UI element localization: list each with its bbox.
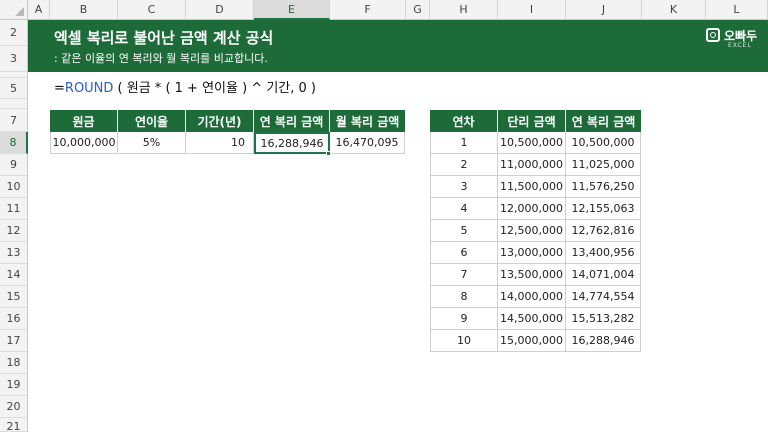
year-cell[interactable]: 8 bbox=[430, 286, 498, 308]
simple-amount-cell[interactable]: 15,000,000 bbox=[498, 330, 566, 352]
compound-amount-cell[interactable]: 12,155,063 bbox=[566, 198, 641, 220]
simple-amount-cell[interactable]: 12,500,000 bbox=[498, 220, 566, 242]
row-header-11[interactable]: 11 bbox=[0, 198, 28, 220]
formula-text: =ROUND ( 원금 * ( 1 + 연이율 ) ^ 기간, 0 ) bbox=[54, 77, 316, 96]
row-header-3[interactable]: 3 bbox=[0, 46, 28, 72]
column-header-g[interactable]: G bbox=[406, 0, 430, 20]
simple-amount-cell[interactable]: 11,000,000 bbox=[498, 154, 566, 176]
year-cell[interactable]: 5 bbox=[430, 220, 498, 242]
logo-camera-icon bbox=[706, 28, 720, 42]
row-header-17[interactable]: 17 bbox=[0, 330, 28, 352]
row-header-16[interactable]: 16 bbox=[0, 308, 28, 330]
compound-amount-cell[interactable]: 14,071,004 bbox=[566, 264, 641, 286]
column-header-e[interactable]: E bbox=[254, 0, 330, 20]
row-header-21[interactable]: 21 bbox=[0, 418, 28, 433]
column-header-f[interactable]: F bbox=[330, 0, 406, 20]
column-header-c[interactable]: C bbox=[118, 0, 186, 20]
select-all-triangle-icon bbox=[15, 7, 24, 16]
year-cell[interactable]: 4 bbox=[430, 198, 498, 220]
formula-function: ROUND bbox=[64, 81, 114, 96]
column-header-k[interactable]: K bbox=[642, 0, 706, 20]
logo-subtext: EXCEL bbox=[728, 42, 752, 49]
compound-amount-cell[interactable]: 10,500,000 bbox=[566, 132, 641, 154]
left-header-principal[interactable]: 원금 bbox=[50, 110, 118, 132]
row-header-13[interactable]: 13 bbox=[0, 242, 28, 264]
row-header-20[interactable]: 20 bbox=[0, 396, 28, 418]
simple-amount-cell[interactable]: 11,500,000 bbox=[498, 176, 566, 198]
formula-arguments: ( 원금 * ( 1 + 연이율 ) ^ 기간, 0 ) bbox=[113, 81, 316, 96]
right-header-year[interactable]: 연차 bbox=[430, 110, 498, 132]
right-header-compound[interactable]: 연 복리 금액 bbox=[566, 110, 641, 132]
row-header-5[interactable]: 5 bbox=[0, 78, 28, 99]
year-cell[interactable]: 7 bbox=[430, 264, 498, 286]
left-cell-rate[interactable]: 5% bbox=[118, 132, 186, 154]
compound-amount-cell[interactable]: 15,513,282 bbox=[566, 308, 641, 330]
row-header-7[interactable]: 7 bbox=[0, 109, 28, 132]
left-cell-annual-compound[interactable]: 16,288,946 bbox=[254, 132, 330, 154]
row-header-6[interactable]: 6 bbox=[0, 99, 28, 109]
row-header-12[interactable]: 12 bbox=[0, 220, 28, 242]
left-cell-period[interactable]: 10 bbox=[186, 132, 254, 154]
compound-amount-cell[interactable]: 16,288,946 bbox=[566, 330, 641, 352]
year-cell[interactable]: 6 bbox=[430, 242, 498, 264]
simple-amount-cell[interactable]: 14,500,000 bbox=[498, 308, 566, 330]
left-cell-monthly-compound[interactable]: 16,470,095 bbox=[330, 132, 405, 154]
row-header-2[interactable]: 2 bbox=[0, 20, 28, 46]
year-cell[interactable]: 3 bbox=[430, 176, 498, 198]
year-cell[interactable]: 10 bbox=[430, 330, 498, 352]
column-header-b[interactable]: B bbox=[50, 0, 118, 20]
row-header-9[interactable]: 9 bbox=[0, 154, 28, 176]
row-header-18[interactable]: 18 bbox=[0, 352, 28, 374]
right-header-simple[interactable]: 단리 금액 bbox=[498, 110, 566, 132]
row-header-10[interactable]: 10 bbox=[0, 176, 28, 198]
column-header-l[interactable]: L bbox=[706, 0, 768, 20]
compound-amount-cell[interactable]: 11,025,000 bbox=[566, 154, 641, 176]
compound-amount-cell[interactable]: 13,400,956 bbox=[566, 242, 641, 264]
left-header-rate[interactable]: 연이율 bbox=[118, 110, 186, 132]
column-header-d[interactable]: D bbox=[186, 0, 254, 20]
compound-amount-cell[interactable]: 12,762,816 bbox=[566, 220, 641, 242]
select-all-corner[interactable] bbox=[0, 0, 28, 20]
row-header-14[interactable]: 14 bbox=[0, 264, 28, 286]
page-title: 엑셀 복리로 불어난 금액 계산 공식 bbox=[54, 29, 274, 47]
left-cell-principal[interactable]: 10,000,000 bbox=[50, 132, 118, 154]
year-cell[interactable]: 9 bbox=[430, 308, 498, 330]
compound-amount-cell[interactable]: 11,576,250 bbox=[566, 176, 641, 198]
left-header-annual-compound[interactable]: 연 복리 금액 bbox=[254, 110, 330, 132]
row-header-8[interactable]: 8 bbox=[0, 132, 28, 154]
simple-amount-cell[interactable]: 10,500,000 bbox=[498, 132, 566, 154]
compound-amount-cell[interactable]: 14,774,554 bbox=[566, 286, 641, 308]
simple-amount-cell[interactable]: 13,500,000 bbox=[498, 264, 566, 286]
column-header-a[interactable]: A bbox=[28, 0, 50, 20]
column-header-i[interactable]: I bbox=[498, 0, 566, 20]
page-subtitle: : 같은 이율의 연 복리와 월 복리를 비교합니다. bbox=[54, 52, 268, 65]
column-header-j[interactable]: J bbox=[566, 0, 642, 20]
row-header-15[interactable]: 15 bbox=[0, 286, 28, 308]
simple-amount-cell[interactable]: 14,000,000 bbox=[498, 286, 566, 308]
simple-amount-cell[interactable]: 13,000,000 bbox=[498, 242, 566, 264]
brand-logo: 오빠두 EXCEL bbox=[706, 28, 760, 60]
left-header-monthly-compound[interactable]: 월 복리 금액 bbox=[330, 110, 405, 132]
year-cell[interactable]: 1 bbox=[430, 132, 498, 154]
column-header-h[interactable]: H bbox=[430, 0, 498, 20]
formula-prefix: = bbox=[54, 81, 65, 96]
year-cell[interactable]: 2 bbox=[430, 154, 498, 176]
left-header-period[interactable]: 기간(년) bbox=[186, 110, 254, 132]
row-header-19[interactable]: 19 bbox=[0, 374, 28, 396]
simple-amount-cell[interactable]: 12,000,000 bbox=[498, 198, 566, 220]
